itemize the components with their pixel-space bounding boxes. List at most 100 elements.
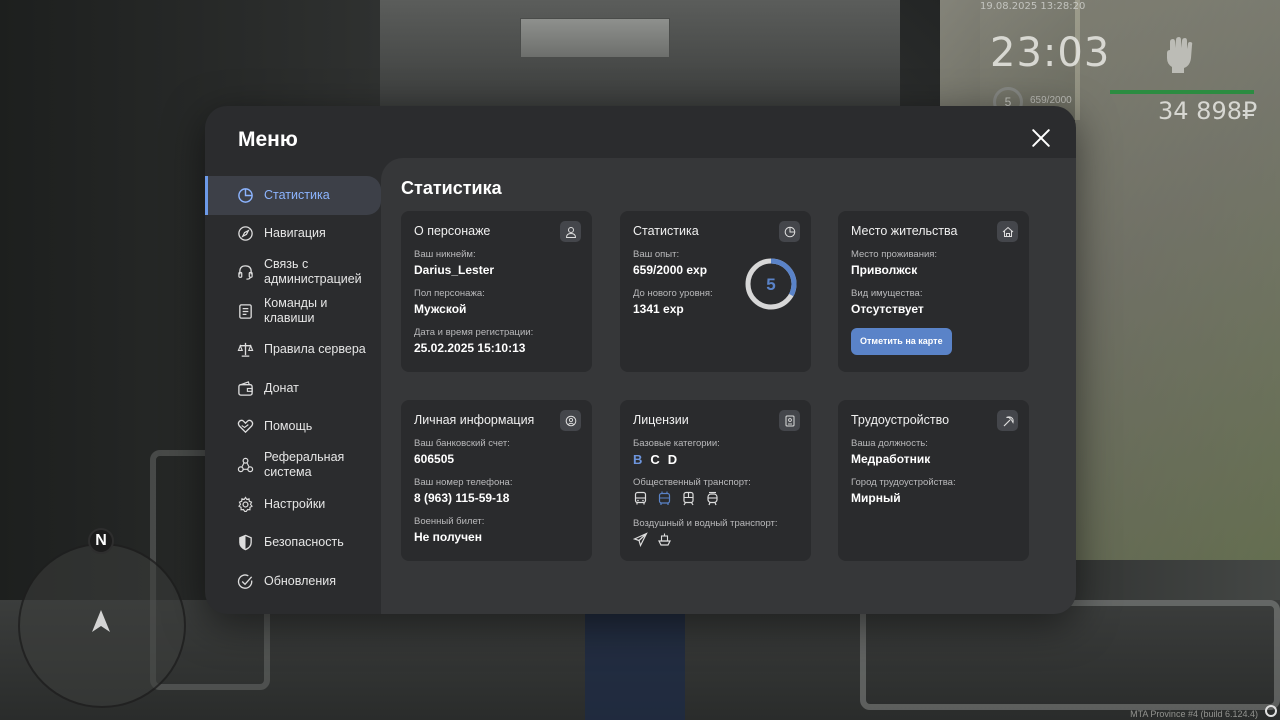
card-title: Личная информация	[414, 413, 535, 427]
registration-value: 25.02.2025 15:10:13	[414, 341, 526, 355]
menu-title: Меню	[238, 128, 298, 151]
scene-poster	[1075, 0, 1280, 560]
sidebar-item-rules[interactable]: Правила сервера	[205, 330, 381, 369]
ship-icon	[658, 533, 671, 546]
license-category-c: C	[650, 452, 660, 467]
sidebar-item-security[interactable]: Безопасность	[205, 523, 381, 562]
face-icon	[560, 410, 581, 431]
card-title: Место жительства	[851, 224, 958, 238]
headset-icon	[237, 264, 254, 281]
position-value: Медработник	[851, 452, 931, 466]
hud-clock: 23:03	[990, 30, 1111, 76]
sidebar-item-settings[interactable]: Настройки	[205, 485, 381, 524]
residence-card: Место жительства Место проживания: Приво…	[838, 211, 1029, 372]
build-info: MTA Province #4 (build 6.124.4)	[1130, 709, 1258, 719]
military-id-value: Не получен	[414, 530, 482, 544]
tram-icon	[707, 491, 718, 506]
license-category-d: D	[667, 452, 678, 467]
card-title: Лицензии	[633, 413, 689, 427]
military-id-label: Военный билет:	[414, 516, 485, 527]
pie-chart-icon	[779, 221, 800, 242]
card-title: О персонаже	[414, 224, 491, 238]
sidebar-item-label: Связь с администрацией	[264, 257, 362, 287]
base-categories-label: Базовые категории:	[633, 438, 720, 449]
phone-value: 8 (963) 115-59-18	[414, 491, 510, 505]
level-progress-ring: 5	[745, 258, 797, 310]
shield-icon	[237, 534, 254, 551]
home-icon	[997, 221, 1018, 242]
sidebar-item-label: Настройки	[264, 496, 326, 511]
player-arrow-icon	[92, 610, 110, 632]
plane-icon	[633, 532, 648, 547]
network-icon	[237, 457, 254, 474]
hud-health-bar	[1110, 90, 1254, 94]
license-categories: B C D	[633, 452, 798, 467]
sidebar-item-donate[interactable]: Донат	[205, 369, 381, 408]
sidebar-item-label: Реферальная система	[264, 450, 345, 480]
air-water-transport-icons	[633, 532, 798, 547]
pie-chart-icon	[237, 187, 254, 204]
compass-icon	[237, 225, 254, 242]
nickname-label: Ваш никнейм:	[414, 249, 476, 260]
sidebar-item-label: Безопасность	[264, 535, 344, 550]
personal-info-card: Личная информация Ваш банковский счет: 6…	[401, 400, 592, 561]
fist-icon	[1167, 37, 1193, 73]
residence-place-value: Приволжск	[851, 263, 918, 277]
scene-bench-right	[860, 600, 1280, 710]
scene-ceiling-light	[520, 18, 670, 58]
nickname-value: Darius_Lester	[414, 263, 495, 277]
page-title: Статистика	[401, 178, 502, 198]
sidebar-item-label: Правила сервера	[264, 342, 366, 357]
sidebar-item-commands[interactable]: Команды и клавиши	[205, 292, 381, 331]
employment-card: Трудоустройство Ваша должность: Медработ…	[838, 400, 1029, 561]
id-card-icon	[779, 410, 800, 431]
document-icon	[237, 303, 254, 320]
sidebar-item-label: Навигация	[264, 226, 326, 241]
bank-account-value: 606505	[414, 452, 455, 466]
employment-city-label: Город трудоустройства:	[851, 477, 956, 488]
sidebar-item-updates[interactable]: Обновления	[205, 562, 381, 601]
hud-exp: 659/2000	[1030, 95, 1072, 106]
content-panel: Статистика О персонаже Ваш никнейм: Dari…	[381, 158, 1076, 614]
public-transport-label: Общественный транспорт:	[633, 477, 751, 488]
phone-label: Ваш номер телефона:	[414, 477, 513, 488]
trolleybus-icon	[658, 491, 671, 505]
menu-window: Меню Статистика Навигация Связь с админи…	[205, 106, 1076, 614]
card-title: Трудоустройство	[851, 413, 950, 427]
sidebar-item-label: Обновления	[264, 573, 336, 588]
check-circle-icon	[237, 573, 254, 590]
sidebar-item-help[interactable]: Помощь	[205, 408, 381, 447]
property-label: Вид имущества:	[851, 288, 923, 299]
sidebar-item-label: Донат	[264, 380, 299, 395]
sidebar-item-label: Команды и клавиши	[264, 296, 328, 326]
sidebar-item-navigation[interactable]: Навигация	[205, 215, 381, 254]
scales-icon	[237, 341, 254, 358]
pickaxe-icon	[997, 410, 1018, 431]
mark-on-map-button[interactable]: Отметить на карте	[851, 328, 952, 355]
scene-character	[585, 610, 685, 720]
stats-card: Статистика Ваш опыт: 659/2000 exp До нов…	[620, 211, 811, 372]
character-card: О персонаже Ваш никнейм: Darius_Lester П…	[401, 211, 592, 372]
card-title: Статистика	[633, 224, 699, 238]
registration-label: Дата и время регистрации:	[414, 327, 534, 338]
residence-place-label: Место проживания:	[851, 249, 938, 260]
sex-label: Пол персонажа:	[414, 288, 485, 299]
sex-value: Мужской	[414, 302, 467, 316]
bank-account-label: Ваш банковский счет:	[414, 438, 510, 449]
license-category-b: B	[633, 452, 643, 467]
bus-icon	[634, 491, 647, 505]
hud-datetime: 19.08.2025 13:28:20	[980, 1, 1086, 12]
sidebar: Статистика Навигация Связь с администрац…	[205, 176, 381, 601]
public-transport-icons	[633, 491, 798, 506]
user-icon	[560, 221, 581, 242]
licenses-card: Лицензии Базовые категории: B C D Общест…	[620, 400, 811, 561]
sidebar-item-statistics[interactable]: Статистика	[205, 176, 381, 215]
sidebar-item-referral[interactable]: Реферальная система	[205, 446, 381, 485]
heart-hand-icon	[237, 418, 254, 435]
air-water-transport-label: Воздушный и водный транспорт:	[633, 518, 778, 529]
close-button[interactable]	[1027, 124, 1055, 152]
minimap-north-marker: N	[88, 528, 114, 554]
settings-corner-icon	[1265, 705, 1277, 717]
sidebar-item-label: Помощь	[264, 419, 313, 434]
sidebar-item-contact-admin[interactable]: Связь с администрацией	[205, 253, 381, 292]
